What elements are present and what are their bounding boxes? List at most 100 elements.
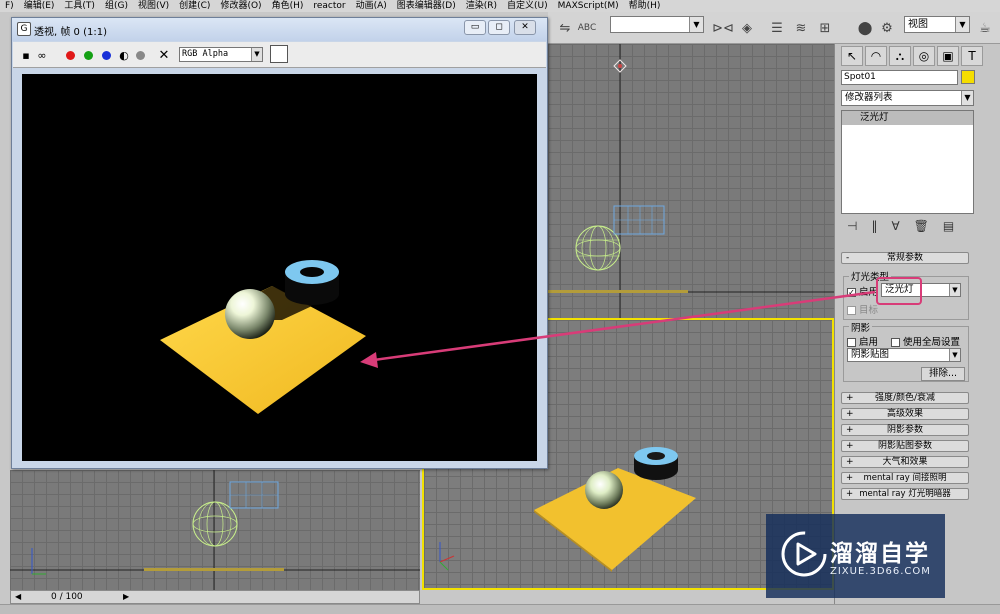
rollout-intensity[interactable]: + 强度/颜色/衰减 [841,392,969,404]
sphere-object [585,471,623,509]
global-settings-checkbox[interactable] [891,338,900,347]
shadow-enable-label: 启用 [859,337,879,348]
chevron-down-icon: ▼ [949,349,960,361]
align-icon[interactable]: ◈ [738,19,756,37]
rollout-shadow-params[interactable]: + 阴影参数 [841,424,969,436]
menu-item-file[interactable]: F) [0,0,19,12]
command-panel-tabs: ↖ ◠ ⛬ ◎ ▣ T [841,46,983,68]
menu-item-create[interactable]: 创建(C) [174,0,215,12]
stack-tools: ⊣ ‖ ∀ 🗑 ▤ [841,216,974,236]
alpha-channel-icon[interactable]: ◐ [117,48,131,62]
modifier-list-dropdown[interactable]: 修改器列表 ▼ [841,90,974,106]
menu-item-modifiers[interactable]: 修改器(O) [215,0,266,12]
shadow-group-title: 阴影 [849,320,873,334]
red-channel-icon[interactable] [63,48,77,62]
rollout-mr-shaders[interactable]: + mental ray 灯光明暗器 [841,488,969,500]
pin-stack-icon[interactable]: ⊣ [847,219,857,233]
clear-icon[interactable]: ✕ [157,48,171,63]
object-color-swatch[interactable] [961,70,975,84]
create-tab-icon[interactable]: ↖ [841,46,863,66]
rollout-atmospheres[interactable]: + 大气和效果 [841,456,969,468]
clone-icon[interactable]: ∞ [35,48,49,62]
curve-editor-icon[interactable]: ≋ [792,19,810,37]
menu-item-character[interactable]: 角色(H) [267,0,309,12]
save-icon[interactable]: ▪ [19,48,33,62]
minimize-button[interactable]: ▭ [464,20,486,35]
mirror-tool-icon[interactable]: ⊳⊲ [712,19,734,37]
shadow-enable-checkbox[interactable] [847,338,856,347]
render-canvas [22,74,537,461]
app-logo-icon: G [17,22,31,36]
exclude-button[interactable]: 排除... [921,367,965,381]
color-swatch[interactable] [270,45,288,63]
modify-tab-icon[interactable]: ◠ [865,46,887,66]
play-logo-icon [781,531,827,577]
status-bar [0,604,1000,614]
chevron-right-icon[interactable]: ▶ [123,591,129,603]
target-row: 目标 [847,302,878,316]
torus-object [285,260,339,305]
configure-sets-icon[interactable]: ▤ [943,219,954,233]
light-enable-checkbox[interactable]: ✓ [847,288,856,297]
target-checkbox[interactable] [847,306,856,315]
frame-counter: 0 / 100 [51,592,83,602]
mirror-icon[interactable]: ⇋ [556,19,574,37]
green-channel-icon[interactable] [81,48,95,62]
blue-channel-icon[interactable] [99,48,113,62]
motion-tab-icon[interactable]: ◎ [913,46,935,66]
abc-icon[interactable]: ABC [578,19,596,37]
menu-item-views[interactable]: 视图(V) [133,0,174,12]
material-editor-icon[interactable]: ⬤ [856,19,874,37]
view-combo[interactable]: 视图 ▼ [904,16,970,33]
menu-item-graph-editors[interactable]: 图表编辑器(D) [392,0,461,12]
render-window-toolbar: ▪ ∞ ◐ ✕ RGB Alpha ▼ [13,42,546,68]
menu-item-tools[interactable]: 工具(T) [59,0,100,12]
show-end-result-icon[interactable]: ‖ [871,219,877,233]
chevron-down-icon: ▼ [961,91,973,105]
rollout-mr-indirect[interactable]: + mental ray 间接照明 [841,472,969,484]
rollout-general-params[interactable]: - 常规参数 [841,252,969,264]
render-window-titlebar[interactable]: G 透视, 帧 0 (1:1) ▭ ◻ ✕ [12,18,547,41]
stack-item-omni[interactable]: 泛光灯 [842,111,973,125]
target-label: 目标 [859,305,879,316]
menu-item-edit[interactable]: 编辑(E) [19,0,60,12]
torus-wireframe [613,205,665,235]
utilities-tab-icon[interactable]: T [961,46,983,66]
rollout-shadow-map-params[interactable]: + 阴影贴图参数 [841,440,969,452]
menu-item-maxscript[interactable]: MAXScript(M) [553,0,624,12]
menu-item-rendering[interactable]: 渲染(R) [461,0,502,12]
menu-bar: F) 编辑(E) 工具(T) 组(G) 视图(V) 创建(C) 修改器(O) 角… [0,0,1000,12]
viewport-left[interactable] [10,470,420,590]
sphere-wireframe [575,225,621,271]
menu-item-help[interactable]: 帮助(H) [624,0,666,12]
render-setup-icon[interactable]: ⚙ [878,19,896,37]
monochrome-icon[interactable] [133,48,147,62]
modifier-stack: 泛光灯 [841,110,974,214]
hierarchy-tab-icon[interactable]: ⛬ [889,46,911,66]
quick-render-icon[interactable]: ☕ [976,19,994,37]
channel-dropdown[interactable]: RGB Alpha ▼ [179,47,263,62]
menu-item-group[interactable]: 组(G) [100,0,133,12]
torus-wireframe [229,481,279,509]
close-button[interactable]: ✕ [514,20,536,35]
rollout-advanced-effects[interactable]: + 高级效果 [841,408,969,420]
annotation-highlight-box [876,277,922,305]
remove-modifier-icon[interactable]: 🗑 [914,219,929,233]
chevron-left-icon[interactable]: ◀ [15,591,21,603]
named-selection-combo[interactable]: ▼ [610,16,704,33]
time-slider[interactable]: ◀ 0 / 100 ▶ [10,590,420,604]
menu-item-reactor[interactable]: reactor [308,0,350,12]
layer-manager-icon[interactable]: ☰ [768,19,786,37]
object-name-field[interactable]: Spot01 [841,70,958,85]
menu-item-customize[interactable]: 自定义(U) [502,0,553,12]
schematic-view-icon[interactable]: ⊞ [816,19,834,37]
watermark-logo: 溜溜自学 ZIXUE.3D66.COM [766,514,945,598]
make-unique-icon[interactable]: ∀ [891,219,899,233]
sphere-wireframe [192,501,238,547]
chevron-down-icon: ▼ [251,48,262,61]
menu-item-animation[interactable]: 动画(A) [351,0,392,12]
restore-button[interactable]: ◻ [488,20,510,35]
viewport-front[interactable] [548,44,834,318]
shadow-type-dropdown[interactable]: 阴影贴图 ▼ [847,348,961,362]
display-tab-icon[interactable]: ▣ [937,46,959,66]
